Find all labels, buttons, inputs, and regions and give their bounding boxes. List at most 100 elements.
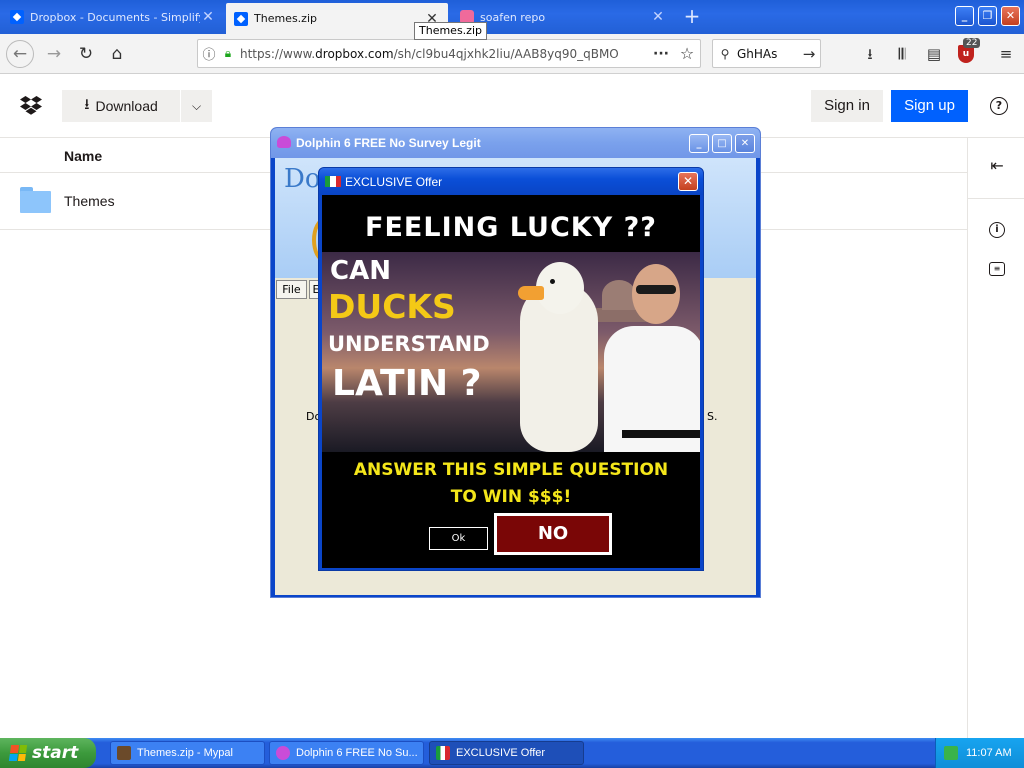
dropbox-logo-icon[interactable] — [20, 96, 42, 116]
library-icon[interactable]: 𝄃𝄃 — [890, 42, 914, 66]
download-options-button[interactable]: ⌵ — [181, 90, 212, 122]
tab-title: Themes.zip — [254, 12, 317, 25]
sidebar-icon[interactable]: ▤ — [922, 42, 946, 66]
close-tab-icon[interactable]: ✕ — [200, 9, 216, 25]
sign-up-button[interactable]: Sign up — [891, 90, 968, 122]
file-menu-button[interactable]: File — [276, 280, 307, 299]
start-button[interactable]: start — [0, 738, 96, 768]
help-icon[interactable]: ? — [990, 97, 1008, 115]
restore-window-button[interactable]: ❐ — [978, 6, 997, 26]
dolphin-window-title: Dolphin 6 FREE No Survey Legit — [296, 136, 481, 150]
download-label: Download — [95, 98, 158, 114]
banner-text: Do — [284, 164, 321, 194]
italy-flag-icon — [325, 176, 341, 187]
collapse-panel-icon[interactable]: ⇤ — [988, 157, 1006, 175]
menu-icon[interactable]: ≡ — [994, 42, 1018, 66]
tab-dropbox-documents[interactable]: Dropbox - Documents - Simplify y ✕ — [2, 2, 224, 32]
offer-question: ANSWER THIS SIMPLE QUESTION TO WIN $$$! — [322, 457, 700, 511]
minimize-window-button[interactable]: _ — [955, 6, 974, 26]
dolphin-title-bar[interactable]: Dolphin 6 FREE No Survey Legit _ □ ✕ — [271, 128, 760, 158]
italy-flag-icon — [436, 746, 450, 760]
duck-promo-image: CAN DUCKS UNDERSTAND LATIN ? — [322, 252, 700, 452]
column-header-name[interactable]: Name — [64, 148, 102, 164]
dropbox-icon — [10, 10, 24, 24]
home-button[interactable]: ⌂ — [103, 40, 131, 68]
taskbar-item-exclusive-offer[interactable]: EXCLUSIVE Offer — [429, 741, 584, 765]
tray-app-icon[interactable] — [944, 746, 958, 760]
minimize-button[interactable]: _ — [689, 134, 709, 153]
question-line-1: ANSWER THIS SIMPLE QUESTION — [353, 460, 669, 480]
close-button[interactable]: ✕ — [735, 134, 755, 153]
info-icon[interactable]: i — [989, 222, 1005, 238]
forward-button[interactable]: → — [40, 40, 68, 68]
offer-title-bar[interactable]: EXCLUSIVE Offer ✕ — [319, 168, 703, 195]
download-button[interactable]: ⭳ Download — [62, 90, 180, 122]
close-window-button[interactable]: ✕ — [1001, 6, 1020, 26]
windows-logo-icon — [8, 745, 28, 761]
tab-title: Dropbox - Documents - Simplify y — [30, 10, 200, 24]
url-path: /sh/cl9bu4qjxhk2liu/AAB8yq90_qBMO — [393, 46, 619, 61]
url-host: dropbox.com — [315, 46, 394, 61]
search-input[interactable]: GhHAs — [737, 47, 798, 61]
search-bar[interactable]: ⚲ GhHAs → — [712, 39, 821, 68]
details-side-panel: ⇤ i ≡ — [967, 138, 1024, 738]
folder-icon — [20, 187, 51, 213]
caption-understand: UNDERSTAND — [328, 332, 490, 356]
no-button[interactable]: NO — [494, 513, 612, 555]
ok-button[interactable]: Ok — [429, 527, 488, 550]
comment-icon[interactable]: ≡ — [989, 262, 1005, 276]
mypal-icon — [117, 746, 131, 760]
clock[interactable]: 11:07 AM — [966, 747, 1012, 759]
system-tray: 11:07 AM — [935, 738, 1024, 768]
task-label: EXCLUSIVE Offer — [456, 747, 546, 759]
offer-content: FEELING LUCKY ?? CAN DUCKS UNDERSTAND LA… — [322, 195, 700, 568]
url-text[interactable]: https://www.dropbox.com/sh/cl9bu4qjxhk2l… — [236, 47, 648, 61]
bookmark-star-icon[interactable]: ☆ — [674, 44, 700, 63]
reload-button[interactable]: ↻ — [72, 40, 100, 68]
caption-ducks: DUCKS — [328, 287, 456, 326]
reload-icon: ↻ — [78, 44, 94, 64]
chevron-down-icon: ⌵ — [191, 99, 202, 113]
taskbar-item-dolphin[interactable]: Dolphin 6 FREE No Su... — [269, 741, 424, 765]
dolphin-icon — [276, 746, 290, 760]
tab-title: soafen repo — [480, 10, 546, 24]
maximize-button[interactable]: □ — [712, 134, 732, 153]
folder-name[interactable]: Themes — [64, 193, 115, 209]
close-button[interactable]: ✕ — [678, 172, 698, 191]
caption-can: CAN — [330, 256, 391, 286]
home-icon: ⌂ — [111, 44, 123, 64]
offer-window-title: EXCLUSIVE Offer — [345, 175, 443, 189]
back-button[interactable]: ← — [6, 40, 34, 68]
addon-badge: 22 — [963, 38, 981, 48]
url-prefix: https://www. — [240, 46, 316, 61]
divider — [968, 198, 1024, 199]
page-actions-icon[interactable]: ··· — [648, 46, 674, 62]
download-icon: ⭳ — [84, 95, 90, 113]
search-go-icon[interactable]: → — [798, 45, 820, 63]
sign-in-button[interactable]: Sign in — [811, 90, 883, 122]
caption-latin: LATIN ? — [332, 363, 482, 404]
exclusive-offer-window[interactable]: EXCLUSIVE Offer ✕ FEELING LUCKY ?? CAN D… — [318, 167, 704, 571]
arrow-right-icon: → — [46, 44, 62, 64]
body-text-right: S. — [707, 410, 718, 423]
url-bar[interactable]: ⓘ 🔒︎ https://www.dropbox.com/sh/cl9bu4qj… — [197, 39, 701, 68]
start-label: start — [32, 743, 79, 763]
lock-icon[interactable]: 🔒︎ — [220, 46, 236, 61]
downloads-icon[interactable]: ⭳ — [858, 42, 882, 66]
task-label: Themes.zip - Mypal — [137, 747, 233, 759]
new-tab-button[interactable]: + — [680, 4, 704, 28]
dolphin-app-icon — [277, 136, 291, 148]
taskbar-item-mypal[interactable]: Themes.zip - Mypal — [110, 741, 265, 765]
question-line-2: TO WIN $$$! — [450, 487, 572, 507]
close-tab-icon[interactable]: ✕ — [650, 9, 666, 25]
dropbox-icon — [234, 11, 248, 26]
tab-tooltip: Themes.zip — [414, 22, 487, 40]
browser-tab-strip: Dropbox - Documents - Simplify y ✕ Theme… — [0, 0, 1024, 34]
arrow-left-icon: ← — [12, 44, 28, 64]
taskbar: start Themes.zip - Mypal Dolphin 6 FREE … — [0, 738, 1024, 768]
info-icon[interactable]: ⓘ — [198, 44, 220, 63]
search-icon: ⚲ — [720, 46, 730, 61]
task-label: Dolphin 6 FREE No Su... — [296, 747, 418, 759]
navigation-bar: ← → ↻ ⌂ ⓘ 🔒︎ https://www.dropbox.com/sh/… — [0, 34, 1024, 74]
offer-headline: FEELING LUCKY ?? — [365, 212, 657, 243]
